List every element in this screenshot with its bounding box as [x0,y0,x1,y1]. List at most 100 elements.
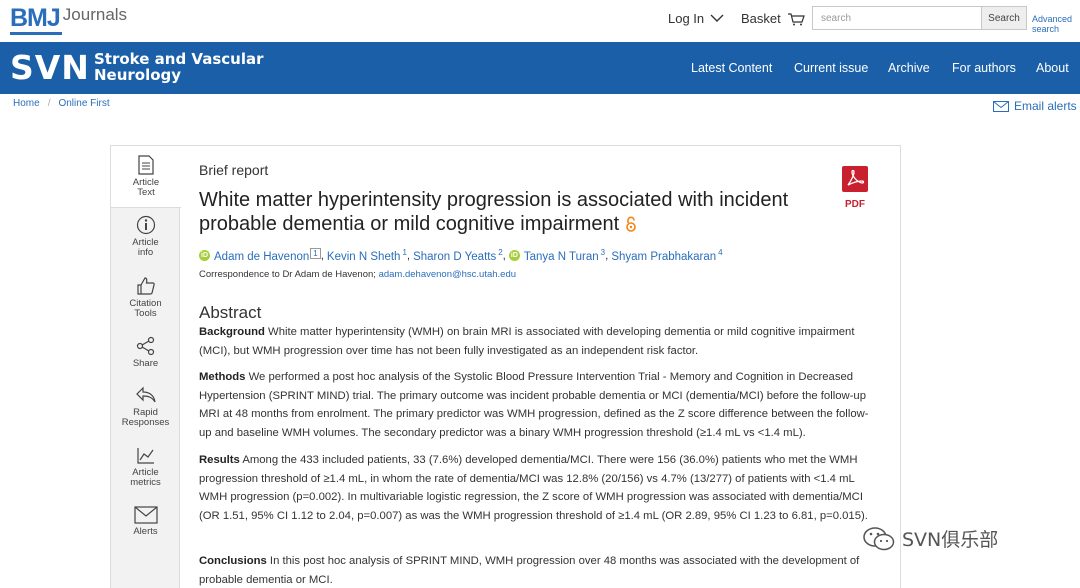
nav-for-authors[interactable]: For authors [952,61,1016,75]
author-link[interactable]: Adam de Havenon 1 [214,248,321,263]
watermark: SVN俱乐部 [862,525,998,552]
thumbs-up-icon [136,277,155,295]
chevron-down-icon [710,14,724,22]
nav-archive[interactable]: Archive [888,61,930,75]
nav-latest-content[interactable]: Latest Content [691,61,772,75]
pdf-icon [842,166,868,192]
tool-label-line1: Share [132,358,159,369]
section-label: Results [199,454,240,466]
advanced-search-line1: Advanced [1032,14,1073,24]
breadcrumb-separator: / [47,98,51,109]
nav-about[interactable]: About [1036,61,1069,75]
author-separator: , [320,249,324,262]
document-icon [138,155,154,175]
author-link[interactable]: Kevin N Sheth 1 [327,248,407,263]
orcid-icon[interactable]: iD [199,250,210,261]
section-label: Methods [199,371,246,383]
section-text: In this post hoc analysis of SPRINT MIND… [199,555,860,586]
author-list: iD Adam de Havenon 1, Kevin N Sheth 1, Sha… [199,248,723,263]
tool-label-line1: Alerts [133,526,158,537]
abstract-methods: Methods We performed a post hoc analysis… [199,368,881,442]
author-name: Shyam Prabhakaran [611,250,717,263]
article-title: White matter hyperintensity progression … [199,188,809,238]
tool-rapid-responses[interactable]: Rapid Responses [111,385,180,428]
email-alerts-link[interactable]: Email alerts [993,99,1077,113]
tool-alerts[interactable]: Alerts [111,506,180,537]
journal-logo-abbr[interactable]: SVN [10,49,90,87]
author-link[interactable]: Sharon D Yeatts 2 [413,248,503,263]
journal-logo-name[interactable]: Stroke and Vascular Neurology [94,51,263,83]
article-title-text: White matter hyperintensity progression … [199,189,789,235]
orcid-icon[interactable]: iD [508,250,520,261]
author-separator: , [502,249,506,262]
journal-name-line2: Neurology [94,66,182,84]
nav-current-issue[interactable]: Current issue [794,61,868,75]
abstract-background: Background White matter hyperintensity (… [199,323,881,360]
bmj-journals-logo[interactable]: BMJ Journals [10,4,127,32]
breadcrumb-online-first[interactable]: Online First [58,98,109,109]
watermark-text: SVN俱乐部 [902,529,999,551]
tool-article-metrics[interactable]: Article metrics [111,445,180,488]
email-alerts-label: Email alerts [1014,99,1077,113]
reply-icon [135,386,156,403]
wechat-icon [863,526,895,550]
logo-underline [10,32,62,35]
section-text: We performed a post hoc analysis of the … [199,371,869,439]
open-access-icon [625,214,637,238]
correspondence-prefix: Correspondence to Dr Adam de Havenon; [199,269,379,280]
login-label: Log In [668,11,705,26]
article-tools-sidebar: Article Text Article info Citation Tools… [111,146,181,588]
article-card: Article Text Article info Citation Tools… [110,145,901,588]
bmj-mark: BMJ [10,4,61,32]
breadcrumb: Home / Online First [13,98,110,109]
breadcrumb-home[interactable]: Home [13,98,40,109]
journals-wordmark: Journals [62,5,128,24]
journal-name-line1: Stroke and Vascular [94,50,264,68]
basket-label: Basket [741,11,781,26]
search-button[interactable]: Search [981,6,1027,30]
section-label: Background [199,326,265,338]
correspondence-email-link[interactable]: adam.dehavenon@hsc.utah.edu [379,269,516,280]
tool-label-line2: metrics [130,477,161,488]
site-topbar: BMJ Journals Log In Basket Search Advanc… [0,0,1080,42]
tool-label-line2: Responses [121,417,170,428]
basket-button[interactable]: Basket [741,11,805,26]
advanced-search-line2: search [1032,24,1060,34]
author-name: Tanya N Turan [523,250,599,263]
chart-icon [136,448,154,464]
journal-header: SVN Stroke and Vascular Neurology Latest… [0,42,1080,94]
tool-article-info[interactable]: Article info [111,215,180,258]
pdf-label: PDF [845,199,865,210]
search-input[interactable] [812,6,982,30]
tool-citation-tools[interactable]: Citation Tools [111,276,180,319]
author-separator: , [605,249,609,262]
advanced-search-link[interactable]: Advanced search [1032,14,1072,34]
author-link[interactable]: Shyam Prabhakaran 4 [611,248,722,263]
section-label: Conclusions [199,555,267,567]
envelope-icon [993,100,1009,112]
tool-label-line2: info [137,247,154,258]
section-text: Among the 433 included patients, 33 (7.6… [199,454,868,522]
login-button[interactable]: Log In [668,11,724,26]
basket-icon [787,12,805,25]
abstract-results: Results Among the 433 included patients,… [199,451,881,525]
tool-share[interactable]: Share [111,336,180,369]
author-name: Sharon D Yeatts [413,250,497,263]
section-text: White matter hyperintensity (WMH) on bra… [199,326,855,357]
author-separator: , [406,249,411,262]
correspondence: Correspondence to Dr Adam de Havenon; ad… [199,269,516,280]
info-icon [136,215,155,235]
pdf-download-button[interactable]: PDF [841,166,869,210]
abstract-heading: Abstract [199,303,262,322]
abstract-conclusions: Conclusions In this post hoc analysis of… [199,552,881,588]
article-type: Brief report [199,162,269,178]
share-icon [136,336,154,356]
affiliation-marker[interactable]: 4 [718,248,722,257]
tool-label-line2: Text [137,187,155,198]
tool-label-line2: Tools [134,308,157,319]
author-name: Kevin N Sheth [326,250,401,263]
author-link[interactable]: Tanya N Turan 3 [524,248,605,263]
envelope-icon [133,506,158,524]
affiliation-marker[interactable]: 1 [310,248,321,259]
tool-article-text[interactable]: Article Text [111,146,181,208]
